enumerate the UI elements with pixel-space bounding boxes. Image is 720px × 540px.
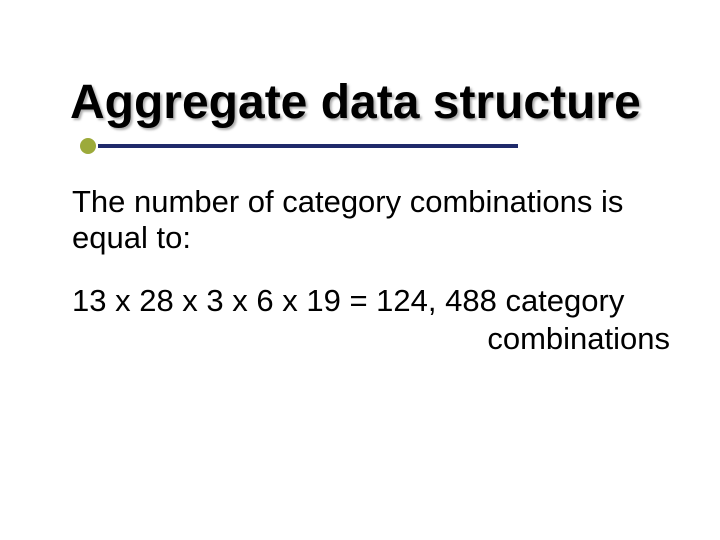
divider xyxy=(98,144,518,148)
calc-line-2: combinations xyxy=(72,320,670,359)
slide-body: The number of category combinations is e… xyxy=(70,184,680,359)
bullet-icon xyxy=(80,138,96,154)
title-underline xyxy=(70,136,680,156)
calc-line-1: 13 x 28 x 3 x 6 x 19 = 124, 488 category xyxy=(72,282,670,321)
slide-title: Aggregate data structure xyxy=(70,78,680,128)
intro-text: The number of category combinations is e… xyxy=(72,184,670,255)
slide: Aggregate data structure The number of c… xyxy=(0,0,720,540)
calculation-text: 13 x 28 x 3 x 6 x 19 = 124, 488 category… xyxy=(72,282,670,360)
